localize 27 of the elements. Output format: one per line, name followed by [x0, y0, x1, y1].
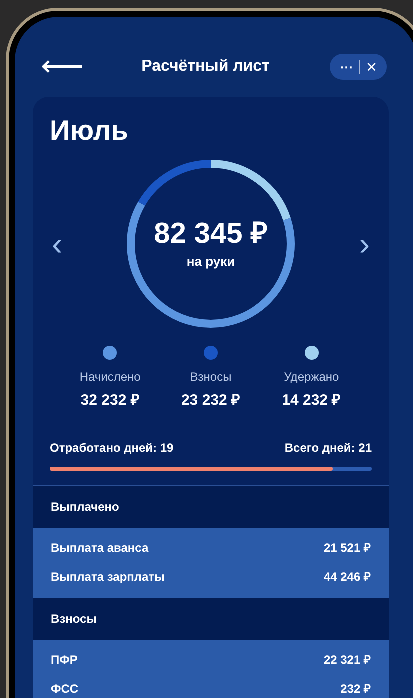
legend-label: Начислено	[80, 369, 141, 386]
screen-title: Расчётный лист	[142, 57, 270, 77]
row-amount: 44 246 ₽	[324, 569, 371, 586]
back-button[interactable]: ⟵	[41, 52, 81, 82]
row-amount: 21 521 ₽	[324, 540, 371, 557]
row-amount: 22 321 ₽	[324, 652, 371, 669]
row-label: Выплата аванса	[51, 540, 149, 557]
row-label: ФСС	[51, 681, 79, 698]
legend-label: Удержано	[284, 369, 340, 386]
close-button[interactable]: ×	[366, 58, 377, 76]
worked-days: Отработано дней: 19	[50, 438, 174, 456]
row-label: ПФР	[51, 652, 78, 669]
row-label: Выплата зарплаты	[51, 569, 165, 586]
previous-button[interactable]: ‹	[52, 228, 63, 260]
total-days: Всего дней: 21	[284, 438, 372, 456]
section-title: Выплачено	[51, 498, 120, 516]
row-amount: 232 ₽	[340, 681, 371, 698]
month-title: Июль	[50, 114, 130, 148]
net-caption: на руки	[186, 253, 236, 272]
section-title: Взносы	[51, 610, 97, 628]
net-amount: 82 345 ₽	[154, 217, 268, 252]
next-button[interactable]: ›	[359, 228, 370, 260]
legend-amount: 32 232 ₽	[80, 391, 140, 411]
legend-amount: 23 232 ₽	[181, 391, 241, 411]
legend-amount: 14 232 ₽	[282, 391, 342, 411]
more-button[interactable]: ···	[340, 60, 354, 74]
legend-label: Взносы	[190, 369, 232, 386]
